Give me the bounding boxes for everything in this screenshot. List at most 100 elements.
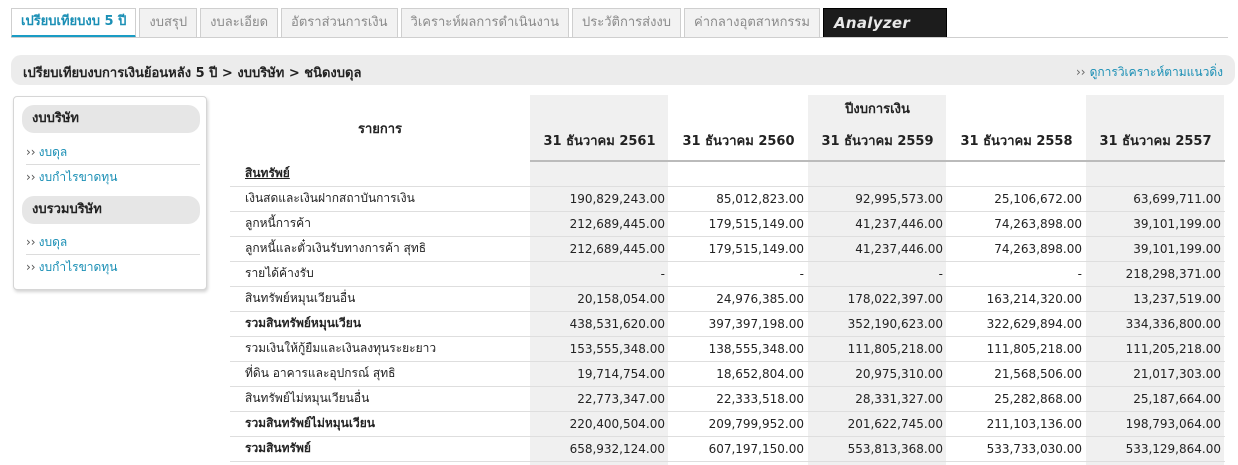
- table-row: รวมสินทรัพย์หมุนเวียน 438,531,620.00 397,3…: [230, 311, 1225, 337]
- value-cell: 178,022,397.00: [808, 286, 947, 312]
- double-chevron-icon: ››: [1075, 65, 1086, 79]
- sidebar-link-consolidated-balance-sheet[interactable]: ›› งบดุล: [26, 230, 200, 254]
- value-cell: 22,333,518.00: [669, 386, 808, 412]
- year-header: 31 ธันวาคม 2559: [808, 121, 947, 162]
- row-label: รวมสินทรัพย์หมุนเวียน: [230, 311, 530, 337]
- tab-financial-ratios[interactable]: อัตราส่วนการเงิน: [281, 8, 398, 38]
- statement-sidebar: งบบริษัท ›› งบดุล ›› งบกำไรขาดทุน งบรวมบริ…: [13, 96, 207, 290]
- value-cell: 21,568,506.00: [947, 361, 1086, 387]
- double-chevron-icon: ››: [26, 145, 36, 159]
- sidebar-link-company-income-statement[interactable]: ›› งบกำไรขาดทุน: [26, 165, 200, 189]
- sidebar-link-label: งบกำไรขาดทุน: [38, 260, 118, 274]
- table-row: ลูกหนี้และตั๋วเงินรับทางการค้า สุทธิ 212,…: [230, 236, 1225, 262]
- value-cell: 20,158,054.00: [530, 286, 669, 312]
- tab-divider: [11, 37, 1228, 38]
- row-label: สินทรัพย์หมุนเวียนอื่น: [230, 286, 530, 312]
- value-cell: 39,101,199.00: [1086, 211, 1225, 237]
- fiscal-year-header: ปีงบการเงิน: [845, 102, 910, 117]
- value-cell: -: [530, 261, 669, 287]
- value-cell: -: [947, 261, 1086, 287]
- value-cell: 138,555,348.00: [669, 336, 808, 362]
- sidebar-link-label: งบกำไรขาดทุน: [38, 170, 118, 184]
- value-cell: 212,689,445.00: [530, 236, 669, 262]
- section-title: สินทรัพย์: [230, 161, 530, 187]
- balance-sheet-table: รายการ ปีงบการเงิน 31 ธันวาคม 2561 31 ธั…: [230, 95, 1225, 462]
- value-cell: 201,622,745.00: [808, 411, 947, 437]
- double-chevron-icon: ››: [26, 170, 36, 184]
- value-cell: 352,190,623.00: [808, 311, 947, 337]
- table-row: รายได้ค้างรับ - - - -218,298,371.00: [230, 261, 1225, 287]
- year-header: 31 ธันวาคม 2558: [947, 121, 1086, 162]
- row-label: สินทรัพย์ไม่หมุนเวียนอื่น: [230, 386, 530, 412]
- row-label: รวมเงินให้กู้ยืมและเงินลงทุนระยะยาว: [230, 336, 530, 362]
- tab-detail[interactable]: งบละเอียด: [200, 8, 279, 38]
- table-row: สินทรัพย์หมุนเวียนอื่น 20,158,054.00 24,97…: [230, 286, 1225, 312]
- value-cell: 607,197,150.00: [669, 436, 808, 462]
- value-cell: 19,714,754.00: [530, 361, 669, 387]
- value-cell: 209,799,952.00: [669, 411, 808, 437]
- tab-analyzer[interactable]: Analyzer: [822, 8, 948, 38]
- value-cell: 41,237,446.00: [808, 236, 947, 262]
- value-cell: 39,101,199.00: [1086, 236, 1225, 262]
- empty-cell: [1086, 161, 1225, 187]
- value-cell: 211,103,136.00: [947, 411, 1086, 437]
- value-cell: 322,629,894.00: [947, 311, 1086, 337]
- double-chevron-icon: ››: [26, 260, 36, 274]
- value-cell: 92,995,573.00: [808, 186, 947, 212]
- year-header: 31 ธันวาคม 2561: [530, 121, 669, 162]
- tab-summary[interactable]: งบสรุป: [139, 8, 198, 38]
- empty-cell: [669, 161, 808, 187]
- double-chevron-icon: ››: [26, 235, 36, 249]
- row-label: รายได้ค้างรับ: [230, 261, 530, 287]
- vertical-analysis-label: ดูการวิเคราะห์ตามแนวดิ่ง: [1089, 65, 1223, 79]
- sidebar-link-consolidated-income-statement[interactable]: ›› งบกำไรขาดทุน: [26, 255, 200, 279]
- value-cell: 22,773,347.00: [530, 386, 669, 412]
- value-cell: 25,282,868.00: [947, 386, 1086, 412]
- breadcrumb: เปรียบเทียบงบการเงินย้อนหลัง 5 ปี > งบบร…: [23, 66, 362, 81]
- value-cell: 553,813,368.00: [808, 436, 947, 462]
- value-cell: 111,805,218.00: [808, 336, 947, 362]
- value-cell: 111,805,218.00: [947, 336, 1086, 362]
- tab-submission-history[interactable]: ประวัติการส่งงบ: [572, 8, 682, 38]
- vertical-analysis-link[interactable]: ›› ดูการวิเคราะห์ตามแนวดิ่ง: [1076, 63, 1223, 82]
- value-cell: 18,652,804.00: [669, 361, 808, 387]
- value-cell: 334,336,800.00: [1086, 311, 1225, 337]
- year-header: 31 ธันวาคม 2557: [1086, 121, 1225, 162]
- value-cell: 85,012,823.00: [669, 186, 808, 212]
- tab-industry-median[interactable]: ค่ากลางอุตสาหกรรม: [684, 8, 820, 38]
- value-cell: -: [669, 261, 808, 287]
- row-label: ลูกหนี้และตั๋วเงินรับทางการค้า สุทธิ: [230, 236, 530, 262]
- value-cell: 21,017,303.00: [1086, 361, 1225, 387]
- value-cell: 74,263,898.00: [947, 211, 1086, 237]
- row-label: ที่ดิน อาคารและอุปกรณ์ สุทธิ: [230, 361, 530, 387]
- value-cell: 28,331,327.00: [808, 386, 947, 412]
- tab-bar: เปรียบเทียบงบ 5 ปี งบสรุป งบละเอียด อัตร…: [11, 8, 950, 38]
- sidebar-link-company-balance-sheet[interactable]: ›› งบดุล: [26, 140, 200, 164]
- value-cell: 25,106,672.00: [947, 186, 1086, 212]
- tab-performance-analysis[interactable]: วิเคราะห์ผลการดำเนินงาน: [400, 8, 570, 38]
- tab-compare-5-years[interactable]: เปรียบเทียบงบ 5 ปี: [11, 8, 137, 38]
- value-cell: 220,400,504.00: [530, 411, 669, 437]
- row-label: รวมสินทรัพย์: [230, 436, 530, 462]
- value-cell: 533,733,030.00: [947, 436, 1086, 462]
- year-header: 31 ธันวาคม 2560: [669, 121, 808, 162]
- value-cell: 13,237,519.00: [1086, 286, 1225, 312]
- row-label: เงินสดและเงินฝากสถาบันการเงิน: [230, 186, 530, 212]
- value-cell: 212,689,445.00: [530, 211, 669, 237]
- value-cell: 25,187,664.00: [1086, 386, 1225, 412]
- value-cell: 41,237,446.00: [808, 211, 947, 237]
- table-row: รวมสินทรัพย์ไม่หมุนเวียน 220,400,504.00 20…: [230, 411, 1225, 437]
- value-cell: 111,205,218.00: [1086, 336, 1225, 362]
- value-cell: 190,829,243.00: [530, 186, 669, 212]
- empty-cell: [947, 161, 1086, 187]
- sidebar-heading-consolidated: งบรวมบริษัท: [22, 196, 200, 224]
- table-row: รวมเงินให้กู้ยืมและเงินลงทุนระยะยาว 153,5…: [230, 336, 1225, 362]
- value-cell: 63,699,711.00: [1086, 186, 1225, 212]
- value-cell: 658,932,124.00: [530, 436, 669, 462]
- sidebar-link-label: งบดุล: [38, 235, 68, 249]
- value-cell: 153,555,348.00: [530, 336, 669, 362]
- item-column-header: รายการ: [357, 121, 403, 137]
- table-row: ลูกหนี้การค้า 212,689,445.00 179,515,149.0…: [230, 211, 1225, 237]
- empty-cell: [808, 161, 947, 187]
- value-cell: 163,214,320.00: [947, 286, 1086, 312]
